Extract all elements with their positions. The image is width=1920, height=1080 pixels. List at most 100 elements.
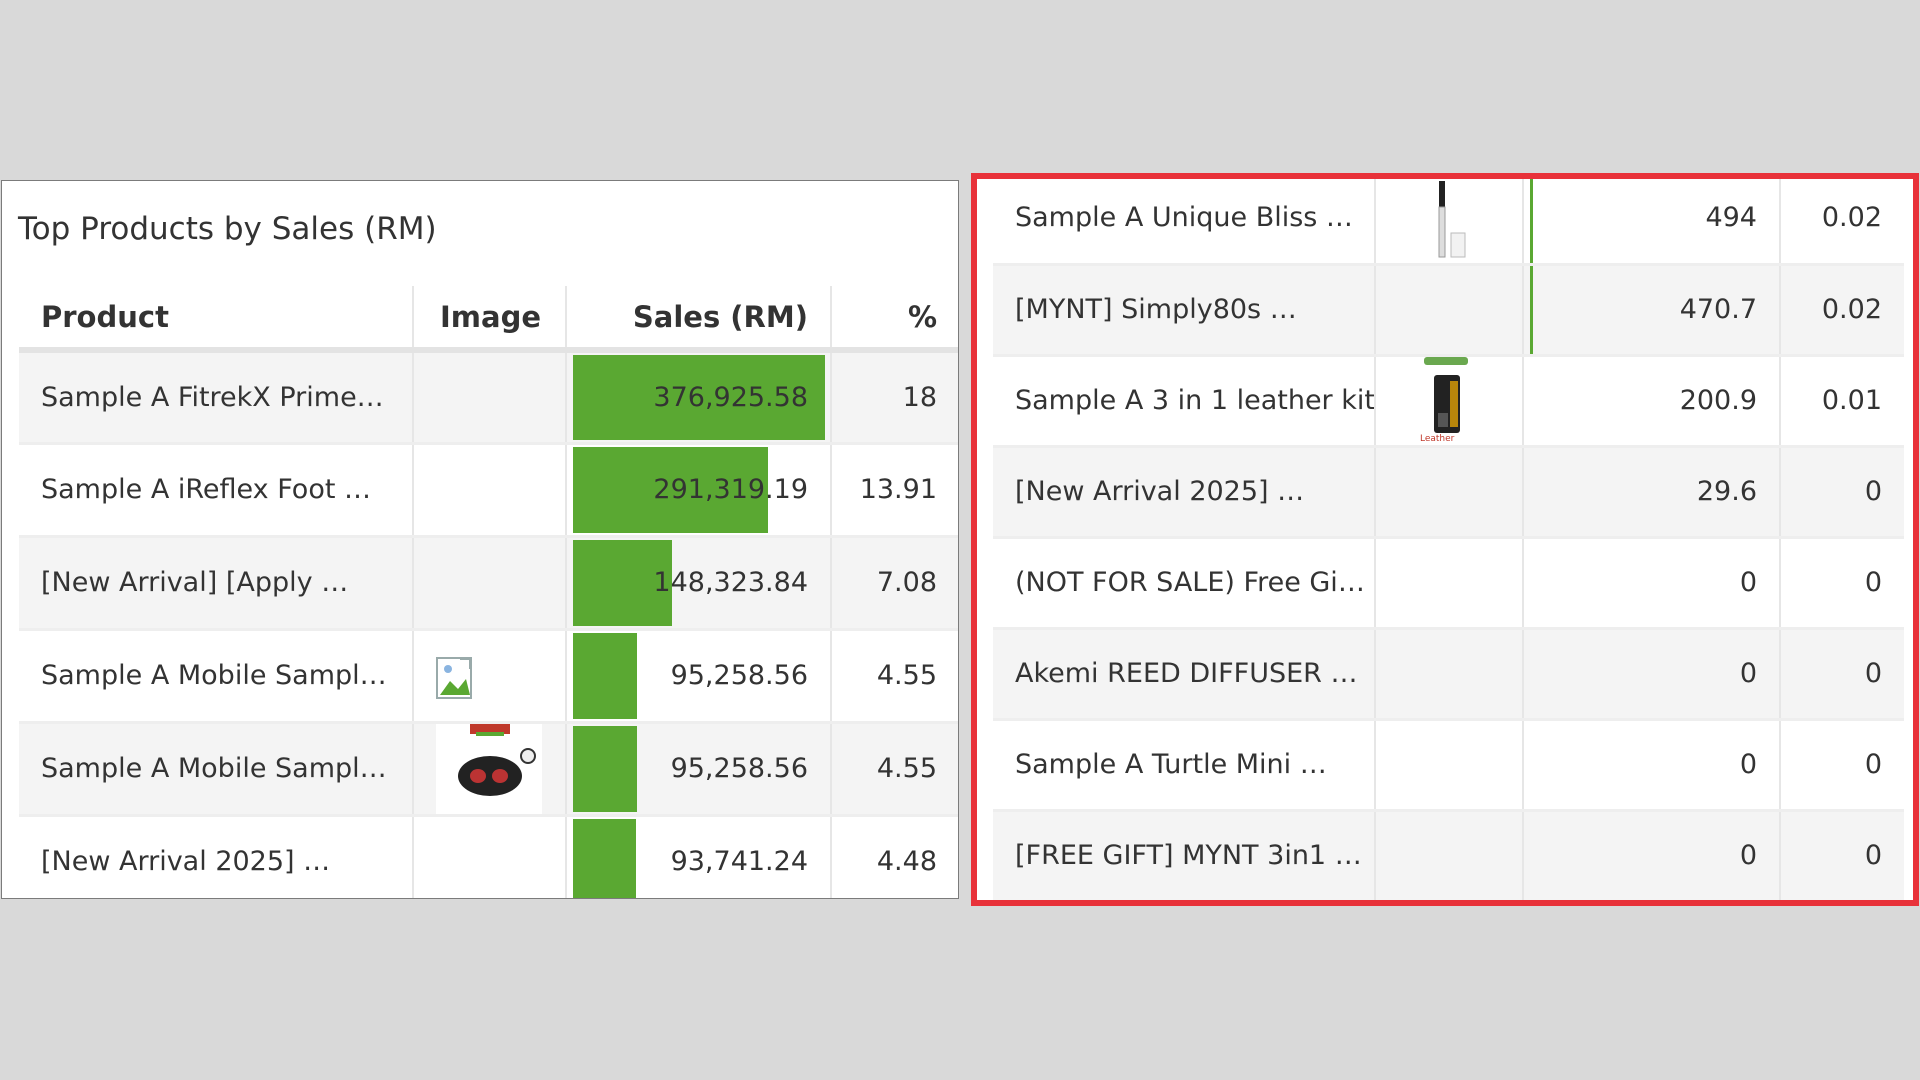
product-name-cell: Sample A iReflex Foot … — [19, 443, 414, 538]
sales-cell: 494 — [1523, 179, 1781, 266]
leather-kit-photo: Leather — [1416, 356, 1476, 443]
product-name-cell: Sample A Turtle Mini … — [993, 719, 1376, 812]
column-header-image[interactable]: Image — [413, 286, 567, 353]
table-row[interactable]: Akemi REED DIFFUSER … 0 0 — [993, 628, 1904, 721]
table-header-row: Product Image Sales (RM) % — [19, 286, 958, 353]
product-name-cell: Sample A Mobile Sampl… — [19, 722, 414, 817]
product-image-cell — [1375, 810, 1524, 900]
sales-value: 494 — [1705, 202, 1757, 234]
percent-cell: 4.48 — [831, 815, 958, 898]
product-image-cell — [413, 815, 567, 898]
percent-cell: 0 — [1780, 810, 1904, 900]
product-image-cell — [413, 722, 567, 817]
sales-value: 0 — [1739, 840, 1757, 871]
sales-value: 0 — [1739, 567, 1757, 598]
sales-cell: 470.7 — [1523, 264, 1781, 357]
product-name-cell: (NOT FOR SALE) Free Gi… — [993, 537, 1376, 630]
sales-cell: 148,323.84 — [566, 536, 832, 631]
product-image-cell: Leather — [1375, 355, 1524, 448]
sales-cell: 0 — [1523, 537, 1781, 630]
highlighted-continuation-region: Sample A Unique Bliss … 494 0.02 [MYNT] Sim… — [971, 173, 1919, 906]
sales-value: 291,319.19 — [653, 474, 808, 505]
product-name-cell: Sample A 3 in 1 leather kit — [993, 355, 1376, 448]
percent-cell: 13.91 — [831, 443, 958, 538]
table-row[interactable]: Sample A Mobile Sampl… 95,258.56 4.55 — [19, 629, 958, 724]
product-name-cell: [FREE GIFT] MYNT 3in1 … — [993, 810, 1376, 900]
column-header-percent[interactable]: % — [831, 286, 958, 353]
table-row[interactable]: Sample A Unique Bliss … 494 0.02 — [993, 179, 1904, 266]
product-image-cell — [1375, 264, 1524, 357]
percent-cell: 0 — [1780, 446, 1904, 539]
sales-bar — [1530, 265, 1533, 352]
broken-image-icon — [436, 656, 478, 701]
percent-cell: 7.08 — [831, 536, 958, 631]
sales-bar — [573, 818, 636, 898]
product-image-cell — [1375, 446, 1524, 539]
sales-value: 29.6 — [1696, 476, 1757, 507]
product-image-cell — [413, 350, 567, 445]
percent-cell: 0 — [1780, 628, 1904, 721]
sales-cell: 291,319.19 — [566, 443, 832, 538]
table-row[interactable]: (NOT FOR SALE) Free Gi… 0 0 — [993, 537, 1904, 630]
top-products-table: Product Image Sales (RM) % Sample A Fitr… — [19, 286, 958, 898]
sales-cell: 200.9 — [1523, 355, 1781, 448]
table-row[interactable]: [New Arrival 2025] … 93,741.24 4.48 — [19, 815, 958, 898]
product-image-cell — [1375, 537, 1524, 630]
sales-value: 148,323.84 — [653, 567, 808, 598]
percent-cell: 0.02 — [1780, 179, 1904, 266]
sales-cell: 95,258.56 — [566, 722, 832, 817]
sales-value: 95,258.56 — [670, 753, 808, 784]
table-row[interactable]: [New Arrival] [Apply … 148,323.84 7.08 — [19, 536, 958, 631]
sales-value: 0 — [1739, 749, 1757, 780]
product-name-cell: [MYNT] Simply80s … — [993, 264, 1376, 357]
sales-cell: 95,258.56 — [566, 629, 832, 724]
product-image-cell — [1375, 719, 1524, 812]
table-row[interactable]: Sample A Mobile Sampl… 95,258.56 4.55 — [19, 722, 958, 817]
panel-title: Top Products by Sales (RM) — [18, 211, 437, 247]
table-row[interactable]: Sample A iReflex Foot … 291,319.19 13.91 — [19, 443, 958, 538]
table-row[interactable]: Sample A 3 in 1 leather kit Leather 200.9 0… — [993, 355, 1904, 448]
sales-value: 376,925.58 — [653, 381, 808, 413]
product-name-cell: Sample A FitrekX Prime… — [19, 350, 414, 445]
percent-cell: 0 — [1780, 719, 1904, 812]
product-name-cell: Akemi REED DIFFUSER … — [993, 628, 1376, 721]
product-image-cell — [413, 536, 567, 631]
table-row[interactable]: Sample A Turtle Mini … 0 0 — [993, 719, 1904, 812]
massager-photo — [436, 723, 542, 812]
sales-cell: 93,741.24 — [566, 815, 832, 898]
table-row[interactable]: [New Arrival 2025] … 29.6 0 — [993, 446, 1904, 539]
sales-bar — [573, 632, 637, 719]
percent-cell: 0 — [1780, 537, 1904, 630]
sales-cell: 0 — [1523, 810, 1781, 900]
sales-cell: 0 — [1523, 628, 1781, 721]
sales-bar — [1530, 179, 1533, 261]
product-name-cell: Sample A Unique Bliss … — [993, 179, 1376, 266]
table-row[interactable]: [FREE GIFT] MYNT 3in1 … 0 0 — [993, 810, 1904, 900]
column-header-sales[interactable]: Sales (RM) — [566, 286, 832, 353]
percent-cell: 4.55 — [831, 722, 958, 817]
sales-value: 95,258.56 — [670, 660, 808, 691]
sales-cell: 0 — [1523, 719, 1781, 812]
column-header-product[interactable]: Product — [19, 286, 414, 353]
bottle-photo — [1431, 179, 1471, 258]
sales-cell: 29.6 — [1523, 446, 1781, 539]
percent-cell: 4.55 — [831, 629, 958, 724]
percent-cell: 0.02 — [1780, 264, 1904, 357]
product-name-cell: [New Arrival] [Apply … — [19, 536, 414, 631]
product-image-cell — [1375, 628, 1524, 721]
sales-value: 200.9 — [1679, 385, 1757, 416]
sales-value: 93,741.24 — [670, 846, 808, 877]
sales-cell: 376,925.58 — [566, 350, 832, 445]
top-products-panel: Top Products by Sales (RM) Product Image… — [1, 180, 959, 899]
product-name-cell: [New Arrival 2025] … — [993, 446, 1376, 539]
top-products-table-continued: Sample A Unique Bliss … 494 0.02 [MYNT] Sim… — [993, 179, 1904, 900]
product-image-cell — [413, 629, 567, 724]
table-row[interactable]: [MYNT] Simply80s … 470.7 0.02 — [993, 264, 1904, 357]
percent-cell: 0.01 — [1780, 355, 1904, 448]
sales-value: 470.7 — [1679, 294, 1757, 325]
percent-cell: 18 — [831, 350, 958, 445]
product-name-cell: Sample A Mobile Sampl… — [19, 629, 414, 724]
sales-bar — [573, 725, 637, 812]
table-row[interactable]: Sample A FitrekX Prime… 376,925.58 18 — [19, 350, 958, 445]
sales-value: 0 — [1739, 658, 1757, 689]
